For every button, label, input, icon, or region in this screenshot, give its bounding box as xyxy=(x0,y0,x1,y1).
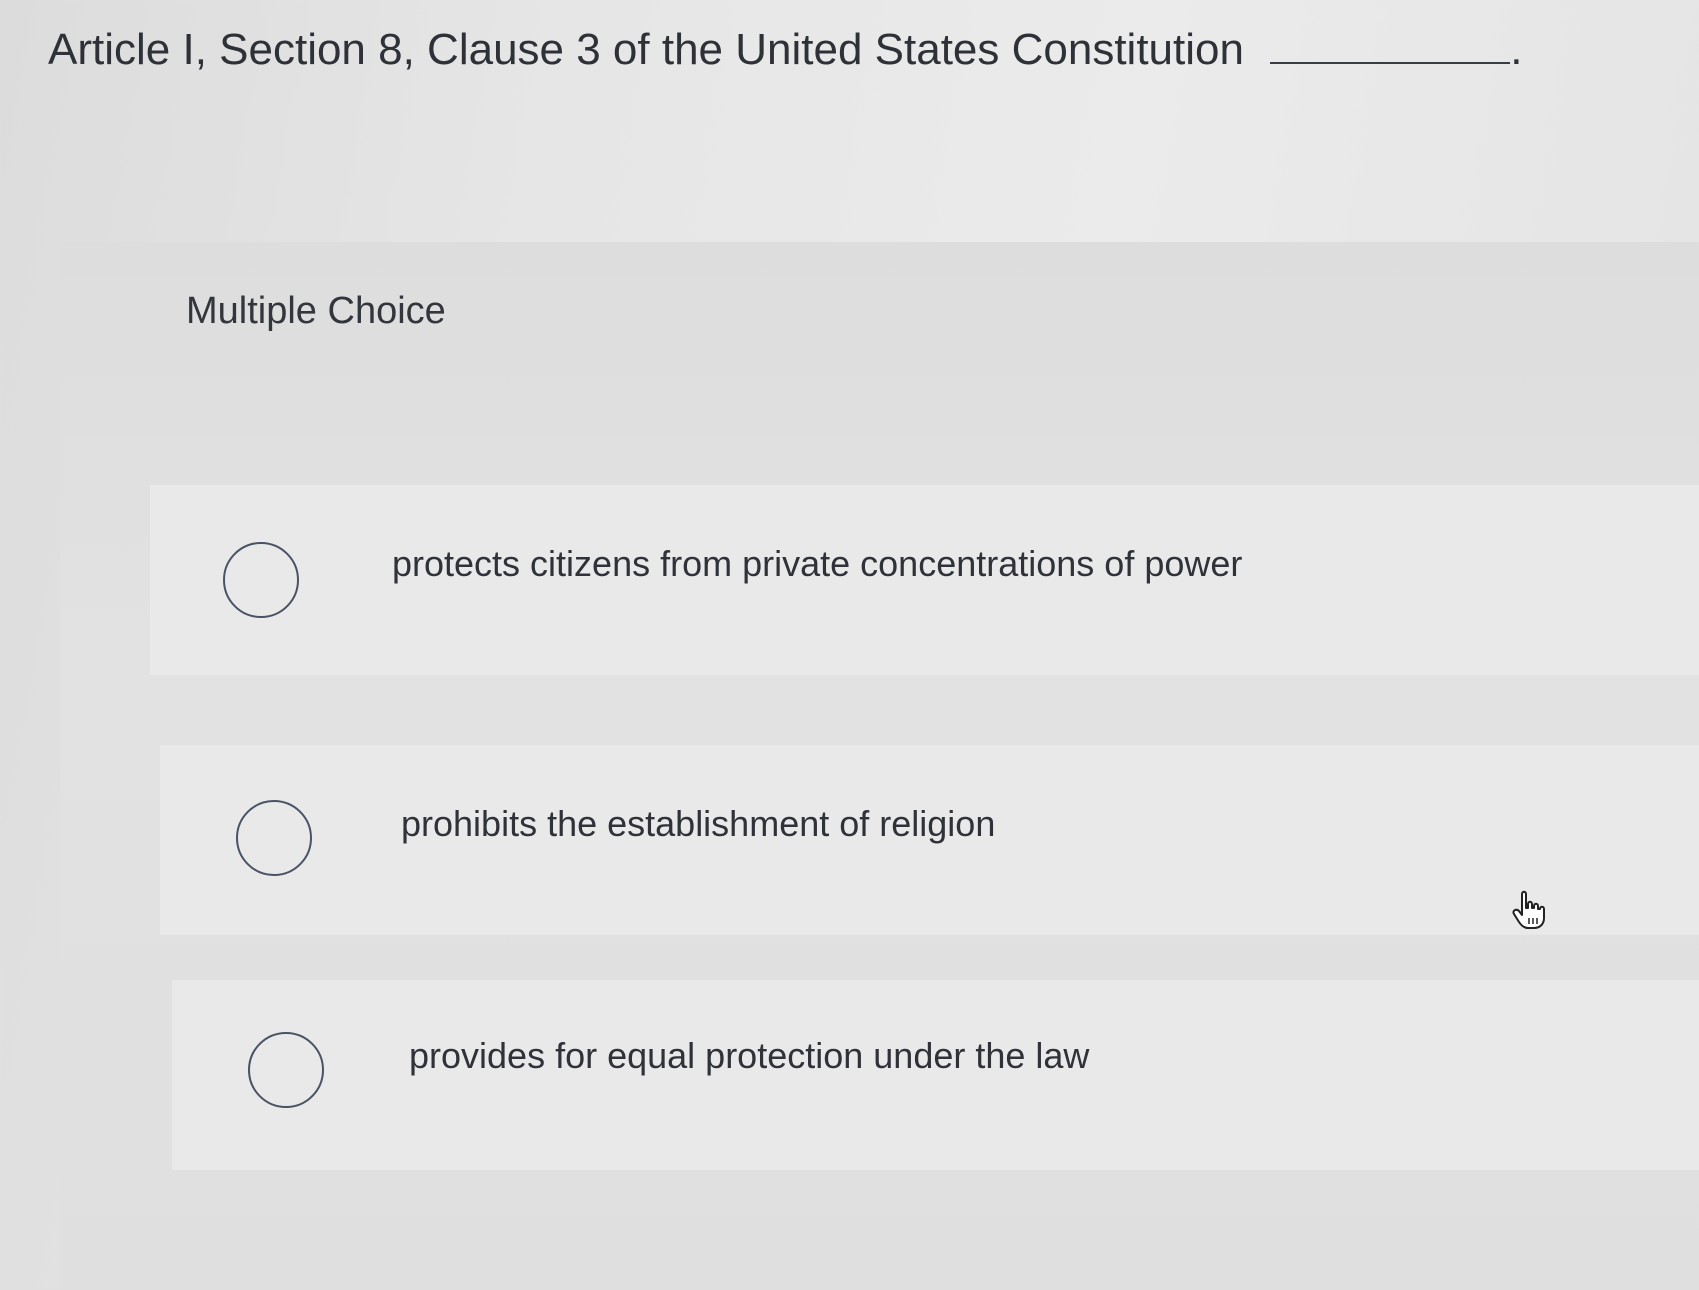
answer-option-label: provides for equal protection under the … xyxy=(409,1035,1090,1076)
radio-button[interactable] xyxy=(236,800,312,876)
question-type-label: Multiple Choice xyxy=(186,290,446,332)
radio-button[interactable] xyxy=(223,542,299,618)
answer-option[interactable]: protects citizens from private concentra… xyxy=(150,485,1699,675)
answer-option[interactable]: provides for equal protection under the … xyxy=(172,980,1699,1170)
question-text: Article I, Section 8, Clause 3 of the Un… xyxy=(48,18,1688,82)
radio-button[interactable] xyxy=(248,1032,324,1108)
question-stem: Article I, Section 8, Clause 3 of the Un… xyxy=(48,25,1244,74)
answer-option-label: protects citizens from private concentra… xyxy=(392,543,1243,584)
answer-option-label: prohibits the establishment of religion xyxy=(401,803,996,844)
hand-pointer-icon xyxy=(1512,890,1545,929)
answer-blank xyxy=(1270,22,1511,64)
answer-option[interactable]: prohibits the establishment of religion xyxy=(160,745,1699,935)
question-period: . xyxy=(1510,25,1523,74)
